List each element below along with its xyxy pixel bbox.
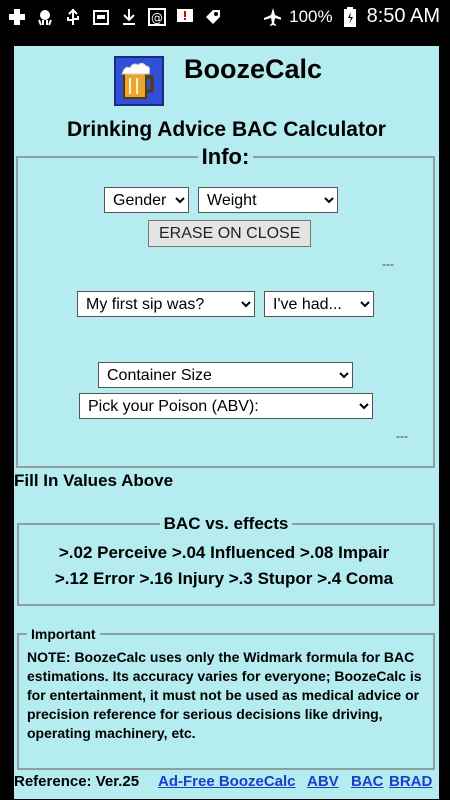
erase-on-close-button[interactable]: ERASE ON CLOSE — [148, 220, 312, 247]
storage-icon — [92, 8, 110, 26]
brad-link[interactable]: BRAD — [389, 773, 432, 790]
bac-effects-line-2: >.12 Error >.16 Injury >.3 Stupor >.4 Co… — [54, 569, 394, 588]
tag-icon — [204, 8, 222, 26]
beer-mug-icon — [114, 56, 164, 106]
bac-link[interactable]: BAC — [351, 773, 384, 790]
status-message: Fill In Values Above — [14, 471, 174, 490]
status-bar: @ 100% 8:50 AM — [0, 0, 450, 33]
gender-select[interactable]: Gender — [104, 187, 189, 213]
app-title: BoozeCalc — [184, 54, 323, 84]
bac-effects-line-1: >.02 Perceive >.04 Influenced >.08 Impai… — [58, 543, 390, 562]
container-size-select[interactable]: Container Size — [98, 362, 353, 388]
battery-icon — [341, 6, 359, 27]
important-legend: Important — [31, 626, 96, 642]
abv-link[interactable]: ABV — [307, 773, 339, 790]
email-icon: @ — [148, 7, 166, 26]
result-placeholder-2: --- — [396, 429, 408, 443]
info-legend: Info: — [201, 144, 250, 169]
first-sip-select[interactable]: My first sip was? — [77, 291, 255, 317]
disclaimer-note: NOTE: BoozeCalc uses only the Widmark fo… — [27, 649, 422, 741]
bac-legend: BAC vs. effects — [163, 514, 289, 533]
weight-select[interactable]: Weight — [198, 187, 338, 213]
clock-time: 8:50 AM — [366, 5, 440, 27]
result-placeholder-1: --- — [382, 257, 394, 271]
important-section: Important NOTE: BoozeCalc uses only the … — [17, 626, 435, 770]
drinks-count-select[interactable]: I've had... — [264, 291, 374, 317]
reference-label: Reference: Ver.25 — [14, 773, 140, 790]
ad-free-link[interactable]: Ad-Free BoozeCalc — [158, 773, 296, 790]
app-window: BoozeCalc Drinking Advice BAC Calculator… — [13, 45, 440, 800]
airplane-icon — [263, 7, 282, 26]
octopus-icon — [36, 8, 54, 26]
plus-icon — [8, 8, 26, 26]
battery-percent: 100% — [289, 6, 333, 26]
download-icon — [120, 8, 138, 26]
page-subtitle: Drinking Advice BAC Calculator — [67, 118, 386, 141]
poison-abv-select[interactable]: Pick your Poison (ABV): — [79, 393, 373, 419]
alert-icon — [176, 8, 194, 26]
svg-text:@: @ — [151, 11, 163, 25]
usb-icon — [64, 8, 82, 26]
